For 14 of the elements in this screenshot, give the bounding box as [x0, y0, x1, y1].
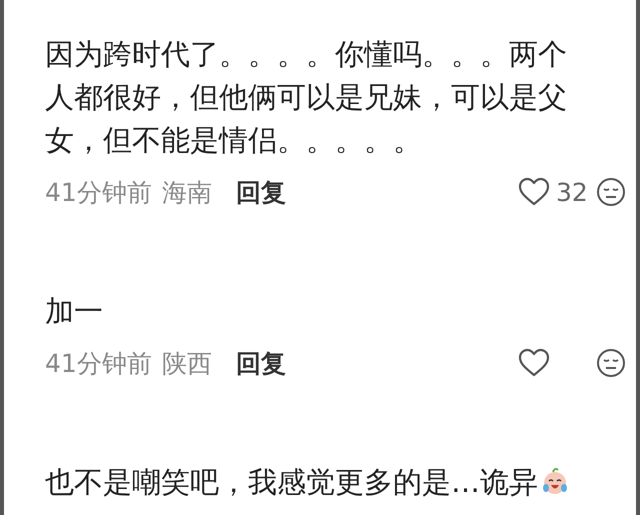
comment-time: 41分钟前: [45, 176, 152, 208]
reply-link[interactable]: 回复: [236, 346, 286, 380]
comment-text: 也不是嘲笑吧，我感觉更多的是…诡异: [45, 461, 580, 504]
heart-icon[interactable]: [518, 177, 550, 207]
reply-link[interactable]: 回复: [236, 176, 286, 208]
comment-location: 海南: [162, 176, 212, 208]
comment-text: 因为跨时代了。。。。你懂吗。。。两个人都很好，但他俩可以是兄妹，可以是父女，但不能是情侣。。。。。: [45, 36, 568, 159]
face-icon[interactable]: [596, 177, 626, 207]
heart-icon[interactable]: [518, 348, 550, 378]
comment-time: 41分钟前: [45, 348, 152, 380]
like-count: 32: [556, 178, 588, 206]
comment-location: 陕西: [162, 348, 212, 380]
face-icon[interactable]: [596, 348, 626, 378]
comment-text: 加一: [45, 293, 104, 330]
